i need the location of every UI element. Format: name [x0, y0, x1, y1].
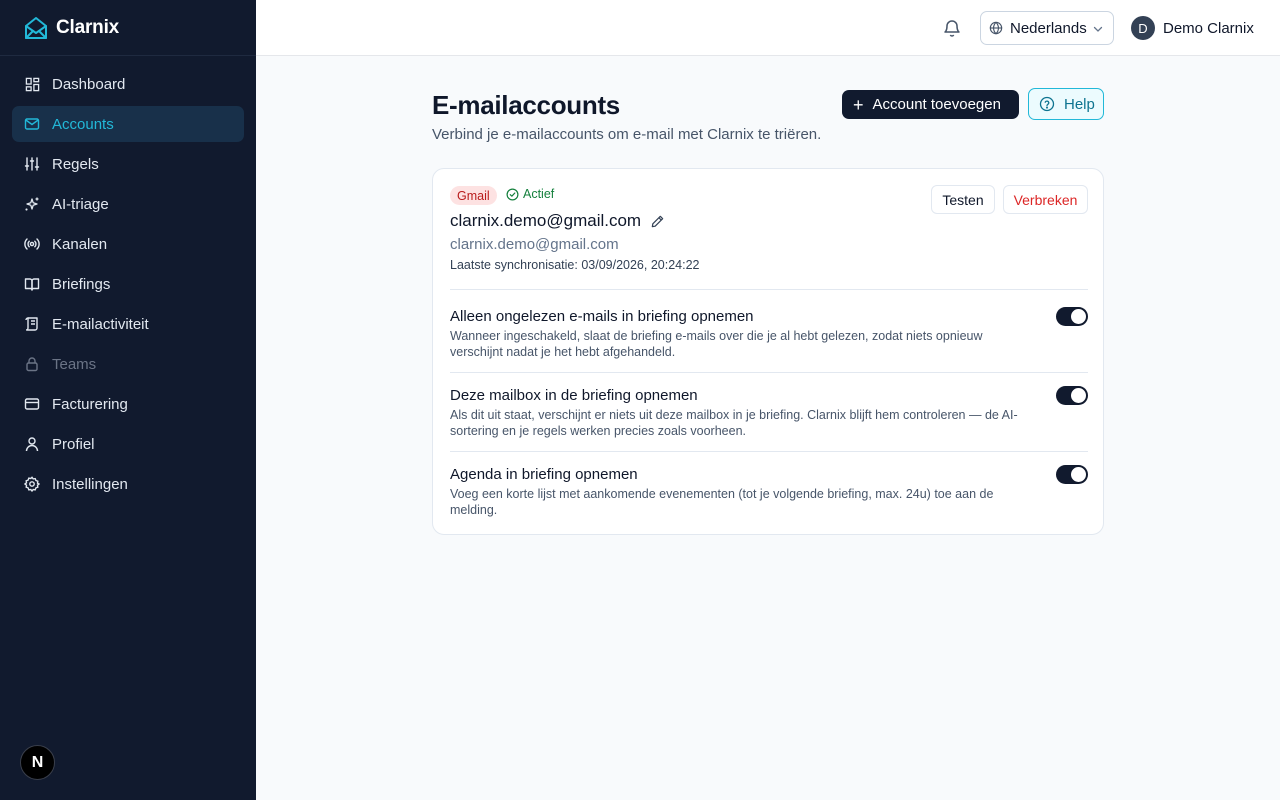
setting-description: Voeg een korte lijst met aankomende even… [450, 487, 994, 517]
setting-description: Wanneer ingeschakeld, slaat de briefing … [450, 329, 983, 359]
credit-card-icon [24, 396, 40, 412]
n-badge-icon[interactable]: N [20, 745, 55, 780]
disconnect-button[interactable]: Verbreken [1003, 185, 1088, 214]
sidebar-item-label: Kanalen [52, 235, 108, 253]
account-name-text: clarnix.demo@gmail.com [450, 211, 642, 230]
sidebar: Clarnix Dashboard Accounts Regels AI-tri… [0, 0, 256, 800]
sidebar-nav: Dashboard Accounts Regels AI-triage Kana… [0, 56, 256, 502]
brand-name: Clarnix [56, 16, 120, 38]
sidebar-item-instellingen[interactable]: Instellingen [12, 466, 244, 502]
sidebar-item-profiel[interactable]: Profiel [12, 426, 244, 462]
gear-icon [24, 476, 40, 492]
check-circle-icon [506, 188, 519, 201]
account-card: Gmail Actief Testen Verbreken clarnix.de… [432, 168, 1104, 535]
toggle-knob [1071, 309, 1086, 324]
sidebar-item-label: Briefings [52, 275, 111, 293]
sparkles-icon [24, 196, 40, 212]
mail-icon [24, 116, 40, 132]
toggle-knob [1071, 388, 1086, 403]
sidebar-item-kanalen[interactable]: Kanalen [12, 226, 244, 262]
radio-icon [24, 236, 40, 252]
sidebar-item-label: Teams [52, 355, 97, 373]
add-account-label: Account toevoegen [872, 96, 1001, 113]
globe-icon [989, 21, 1003, 35]
language-select[interactable]: Nederlands [980, 11, 1114, 45]
brand[interactable]: Clarnix [0, 0, 256, 56]
sidebar-item-facturering[interactable]: Facturering [12, 386, 244, 422]
sidebar-item-regels[interactable]: Regels [12, 146, 244, 182]
sidebar-item-teams[interactable]: Teams [12, 346, 244, 382]
sliders-icon [24, 156, 40, 172]
plus-icon: + [853, 94, 864, 115]
lock-icon [24, 356, 40, 372]
add-account-button[interactable]: + Account toevoegen [842, 90, 1019, 119]
setting-row: Agenda in briefing opnemen Voeg een kort… [450, 451, 1088, 531]
account-email: clarnix.demo@gmail.com [450, 236, 619, 253]
user-menu[interactable]: D Demo Clarnix [1131, 16, 1254, 40]
dashboard-icon [24, 76, 40, 92]
sidebar-item-label: Instellingen [52, 475, 128, 493]
help-circle-icon [1039, 96, 1055, 112]
avatar: D [1131, 16, 1155, 40]
help-label: Help [1064, 95, 1095, 113]
setting-title: Agenda in briefing opnemen [450, 466, 638, 483]
setting-row: Deze mailbox in de briefing opnemen Als … [450, 372, 1088, 451]
toggle-knob [1071, 467, 1086, 482]
clarnix-logo-icon [23, 15, 49, 41]
bell-icon[interactable] [942, 18, 962, 38]
setting-title: Deze mailbox in de briefing opnemen [450, 387, 698, 404]
page-title: E-mailaccounts [432, 90, 620, 120]
provider-badge: Gmail [450, 186, 497, 205]
topbar: Nederlands D Demo Clarnix [256, 0, 1280, 56]
sidebar-item-label: Dashboard [52, 75, 126, 93]
last-sync: Laatste synchronisatie: 03/09/2026, 20:2… [450, 258, 700, 272]
account-name: clarnix.demo@gmail.com [450, 211, 665, 231]
help-button[interactable]: Help [1028, 88, 1104, 120]
status-label: Actief [523, 187, 555, 201]
sidebar-item-label: Accounts [52, 115, 114, 133]
sidebar-item-accounts[interactable]: Accounts [12, 106, 244, 142]
sidebar-item-label: Profiel [52, 435, 95, 453]
unread-only-toggle[interactable] [1056, 307, 1088, 326]
sidebar-item-briefings[interactable]: Briefings [12, 266, 244, 302]
pencil-icon[interactable] [650, 214, 665, 229]
sidebar-item-label: Facturering [52, 395, 128, 413]
sidebar-item-label: AI-triage [52, 195, 109, 213]
language-label: Nederlands [1010, 19, 1087, 37]
user-icon [24, 436, 40, 452]
scroll-icon [24, 316, 40, 332]
sidebar-item-label: Regels [52, 155, 99, 173]
include-mailbox-toggle[interactable] [1056, 386, 1088, 405]
status-badge: Actief [506, 187, 554, 201]
include-calendar-toggle[interactable] [1056, 465, 1088, 484]
setting-title: Alleen ongelezen e-mails in briefing opn… [450, 308, 754, 325]
sidebar-item-ai-triage[interactable]: AI-triage [12, 186, 244, 222]
book-icon [24, 276, 40, 292]
sidebar-item-dashboard[interactable]: Dashboard [12, 66, 244, 102]
sidebar-item-e-mailactiviteit[interactable]: E-mailactiviteit [12, 306, 244, 342]
user-name: Demo Clarnix [1163, 19, 1254, 37]
sidebar-item-label: E-mailactiviteit [52, 315, 149, 333]
chevron-down-icon [1092, 23, 1104, 35]
page-subtitle: Verbind je e-mailaccounts om e-mail met … [432, 126, 822, 143]
setting-row: Alleen ongelezen e-mails in briefing opn… [450, 289, 1088, 372]
test-button[interactable]: Testen [931, 185, 995, 214]
setting-description: Als dit uit staat, verschijnt er niets u… [450, 408, 1018, 438]
